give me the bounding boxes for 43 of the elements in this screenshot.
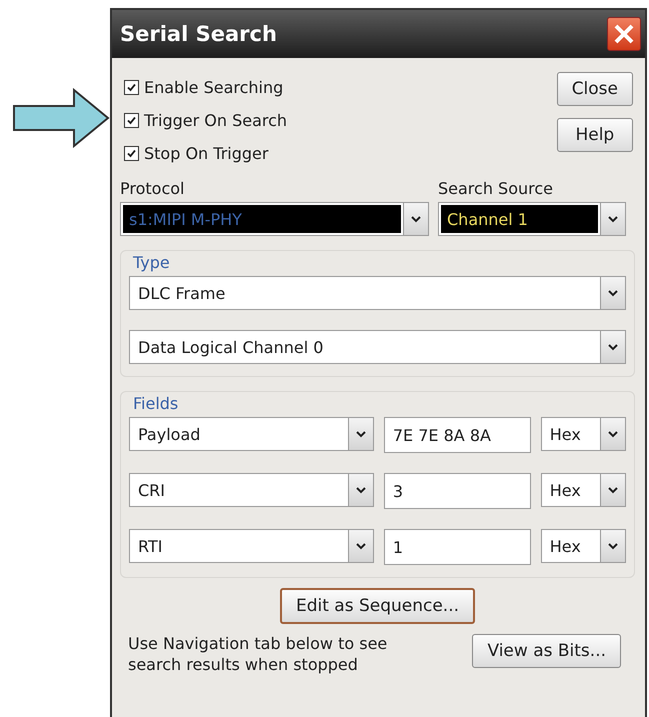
checkbox[interactable] (124, 113, 139, 128)
search-source-label: Search Source (438, 179, 554, 198)
format-dropdown[interactable]: Hex (540, 473, 626, 507)
checkbox-label: Enable Searching (144, 78, 284, 97)
dialog-button[interactable]: Help (556, 118, 633, 152)
caret-icon (608, 486, 618, 494)
field-dropdown[interactable]: CRI (129, 473, 374, 507)
checkbox[interactable] (124, 146, 139, 161)
checkmark-icon (126, 82, 137, 93)
value-field[interactable]: 7E 7E 8A 8A (384, 417, 531, 453)
protocol-dropdown[interactable]: s1:MIPI M-PHY (120, 202, 429, 236)
group-label: Type (133, 253, 170, 272)
field-dropdown[interactable]: RTI (129, 529, 374, 563)
caret-icon (356, 542, 366, 550)
checkmark-icon (126, 115, 137, 126)
checkbox-label: Stop On Trigger (144, 144, 268, 163)
checkmark-icon (126, 148, 137, 159)
type-dropdown[interactable]: DLC Frame (129, 276, 626, 310)
caret-icon (608, 542, 618, 550)
caret-icon (608, 290, 618, 296)
hint-text: Use Navigation tab below to see search results when stopped (128, 634, 388, 676)
dialog-button[interactable]: Close (556, 72, 633, 106)
caret-icon (608, 344, 618, 350)
format-dropdown[interactable]: Hex (540, 529, 626, 563)
edit-sequence-button[interactable]: Edit as Sequence... (280, 588, 476, 624)
value-field[interactable]: 1 (384, 529, 531, 565)
value-field[interactable]: 3 (384, 473, 531, 509)
window-title: Serial Search (120, 22, 277, 46)
caret-icon (608, 216, 618, 222)
field-dropdown[interactable]: Payload (129, 417, 374, 451)
protocol-label: Protocol (120, 179, 186, 198)
caret-icon (411, 216, 421, 222)
close-icon[interactable] (607, 17, 641, 51)
view-bits-button[interactable]: View as Bits... (472, 634, 621, 668)
group-label: Fields (133, 394, 178, 413)
caret-icon (356, 486, 366, 494)
checkbox-label: Trigger On Search (144, 111, 288, 130)
search-source-dropdown[interactable]: Channel 1 (438, 202, 626, 236)
caret-icon (608, 430, 618, 438)
checkbox[interactable] (124, 80, 139, 95)
format-dropdown[interactable]: Hex (540, 417, 626, 451)
type-dropdown[interactable]: Data Logical Channel 0 (129, 330, 626, 364)
caret-icon (356, 430, 366, 438)
